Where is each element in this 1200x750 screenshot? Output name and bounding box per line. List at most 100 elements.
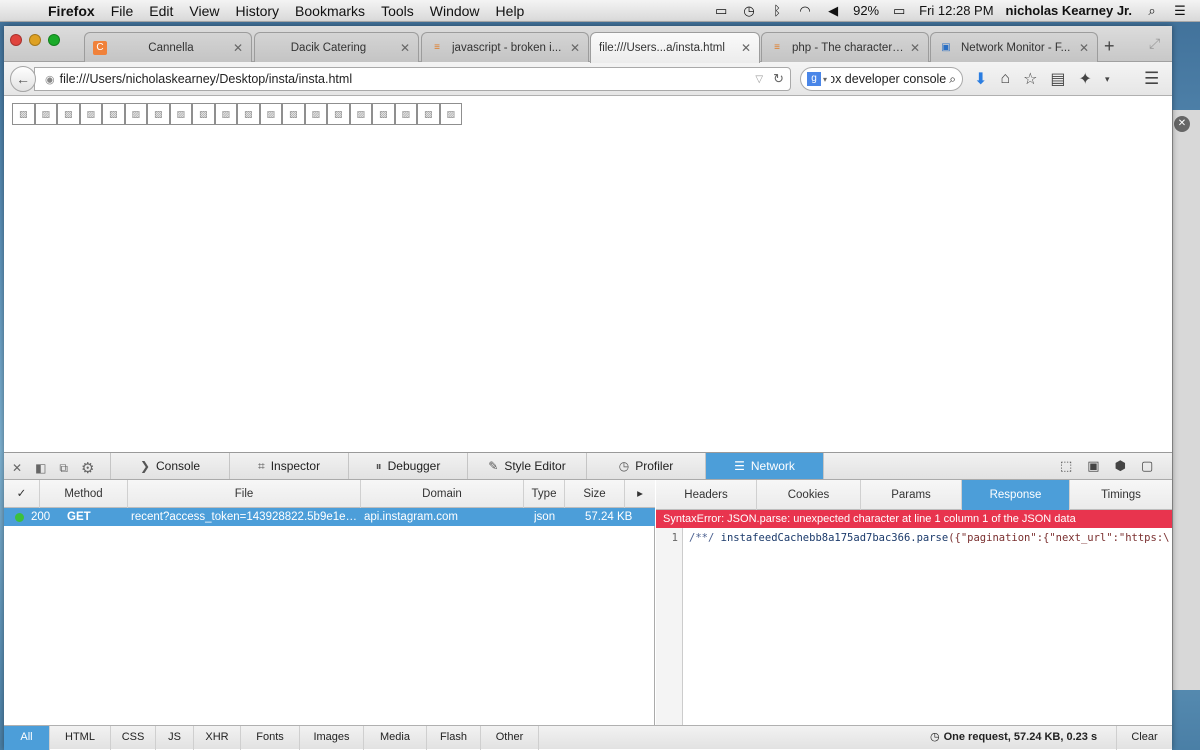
network-summary[interactable]: ◷ One request, 57.24 KB, 0.23 s [930,726,1097,750]
bookmarks-menu-icon[interactable]: ▤ [1050,69,1065,89]
downloads-icon[interactable]: ⬇ [974,69,987,89]
bluetooth-icon[interactable]: ᛒ [769,3,785,18]
tab-network-monitor[interactable]: ▣ Network Monitor - F... ✕ [930,32,1098,62]
navigation-toolbar: ◉ file:///Users/nicholaskearney/Desktop/… [4,62,1172,96]
close-tab-icon[interactable]: ✕ [570,41,580,55]
menu-file[interactable]: File [103,3,142,19]
hamburger-menu-icon[interactable]: ☰ [1144,69,1159,89]
type-column-header[interactable]: Type [524,480,565,508]
tab-stackoverflow-php[interactable]: ≡ php - The character ... ✕ [761,32,929,62]
tab-params[interactable]: Params [861,480,962,510]
tab-console[interactable]: ❯ Console [110,453,229,479]
reload-icon[interactable]: ↻ [773,71,784,87]
tab-stackoverflow-javascript[interactable]: ≡ javascript - broken i... ✕ [421,32,589,62]
search-input[interactable]: firefox developer console [831,72,946,86]
tab-insta-html[interactable]: file:///Users...a/insta.html ✕ [590,32,760,63]
engine-dropdown-icon[interactable]: ▾ [823,75,827,84]
history-dropdown-icon[interactable]: ▽ [755,74,763,85]
close-window-button[interactable] [10,34,22,46]
tab-debugger[interactable]: ⏸ Debugger [348,453,467,479]
undock-icon[interactable]: ⧉ [59,461,68,476]
json-parse-error: SyntaxError: JSON.parse: unexpected char… [656,510,1172,528]
menu-tools[interactable]: Tools [373,3,422,19]
filter-flash[interactable]: Flash [427,726,481,750]
filter-html[interactable]: HTML [50,726,111,750]
filter-css[interactable]: CSS [111,726,156,750]
tab-network[interactable]: ☰ Network [705,453,824,479]
filter-js[interactable]: JS [156,726,194,750]
back-button[interactable]: ← [10,66,36,92]
fullscreen-icon[interactable]: ⤢ [1149,35,1160,52]
filter-xhr[interactable]: XHR [194,726,241,750]
menubar-clock[interactable]: Fri 12:28 PM [919,3,993,18]
request-row[interactable]: 200 GET recent?access_token=143928822.5b… [4,508,655,526]
bookmark-star-icon[interactable]: ☆ [1023,69,1037,89]
tab-dacik-catering[interactable]: Dacik Catering ✕ [254,32,419,62]
menu-window[interactable]: Window [422,3,488,19]
domain-column-header[interactable]: Domain [361,480,524,508]
tab-inspector[interactable]: ⌗ Inspector [229,453,348,479]
pick-element-icon[interactable]: ⬚ [1060,458,1072,474]
close-devtools-icon[interactable]: ✕ [12,461,22,475]
filter-media[interactable]: Media [364,726,427,750]
google-engine-icon[interactable]: g [807,72,821,86]
responsive-mode-icon[interactable]: ▢ [1141,458,1153,474]
menu-bookmarks[interactable]: Bookmarks [287,3,373,19]
spotlight-search-icon[interactable]: ⌕ [1144,3,1160,18]
size-column-header[interactable]: Size [565,480,625,508]
response-comment: /**/ [689,532,715,544]
menu-app-firefox[interactable]: Firefox [36,3,103,19]
close-tab-icon[interactable]: ✕ [741,41,751,55]
response-code-line[interactable]: /**/ instafeedCachebb8a175ad7bac366.pars… [689,528,1169,548]
battery-percent[interactable]: 92% [853,3,879,18]
file-column-header[interactable]: File [128,480,361,508]
tab-cannella[interactable]: C Cannella ✕ [84,32,252,62]
extension-dropdown-icon[interactable]: ▾ [1105,74,1110,85]
tab-response[interactable]: Response [962,480,1070,510]
menubar-user[interactable]: nicholas Kearney Jr. [1006,3,1132,18]
battery-icon[interactable]: ▭ [891,3,907,18]
3d-view-icon[interactable]: ⬢ [1115,458,1126,474]
url-text[interactable]: file:///Users/nicholaskearney/Desktop/in… [60,72,756,86]
wifi-icon[interactable]: ◠ [797,3,813,18]
volume-icon[interactable]: ◀ [825,3,841,18]
filter-images[interactable]: Images [300,726,364,750]
zoom-window-button[interactable] [48,34,60,46]
tab-style-editor[interactable]: ✎ Style Editor [467,453,586,479]
filter-all[interactable]: All [4,726,50,750]
time-machine-icon[interactable]: ◷ [741,3,757,18]
filter-fonts[interactable]: Fonts [241,726,300,750]
menu-history[interactable]: History [227,3,287,19]
settings-gear-icon[interactable]: ⚙ [81,459,94,477]
dock-side-icon[interactable]: ◧ [35,461,46,475]
search-bar[interactable]: g ▾ firefox developer console ⌕ [800,67,963,91]
search-icon[interactable]: ⌕ [949,72,956,87]
close-tab-icon[interactable]: ✕ [1079,41,1089,55]
new-tab-icon[interactable]: + [1104,36,1115,57]
close-tab-icon[interactable]: ✕ [400,41,410,55]
url-bar[interactable]: ◉ file:///Users/nicholaskearney/Desktop/… [34,67,791,91]
tab-timings[interactable]: Timings [1070,480,1172,510]
background-close-icon[interactable]: ✕ [1174,116,1190,132]
method-column-header[interactable]: Method [40,480,128,508]
menu-edit[interactable]: Edit [141,3,181,19]
clear-button[interactable]: Clear [1116,726,1172,750]
extension-icon[interactable]: ✦ [1079,69,1092,89]
split-console-icon[interactable]: ▣ [1087,458,1099,474]
site-identity-icon[interactable]: ◉ [45,73,55,86]
filter-other[interactable]: Other [481,726,539,750]
minimize-window-button[interactable] [29,34,41,46]
menu-help[interactable]: Help [488,3,533,19]
toggle-sidebar-icon[interactable]: ▸ [625,480,655,508]
menu-view[interactable]: View [181,3,227,19]
response-source-view[interactable]: 1 /**/ instafeedCachebb8a175ad7bac366.pa… [656,528,1172,725]
close-tab-icon[interactable]: ✕ [910,41,920,55]
tab-profiler[interactable]: ◷ Profiler [586,453,705,479]
home-icon[interactable]: ⌂ [1000,70,1010,88]
tab-cookies[interactable]: Cookies [757,480,861,510]
notification-center-icon[interactable]: ☰ [1172,3,1188,18]
tab-headers[interactable]: Headers [656,480,757,510]
close-tab-icon[interactable]: ✕ [233,41,243,55]
status-column-header[interactable]: ✓ [4,480,40,508]
airplay-icon[interactable]: ▭ [713,3,729,18]
